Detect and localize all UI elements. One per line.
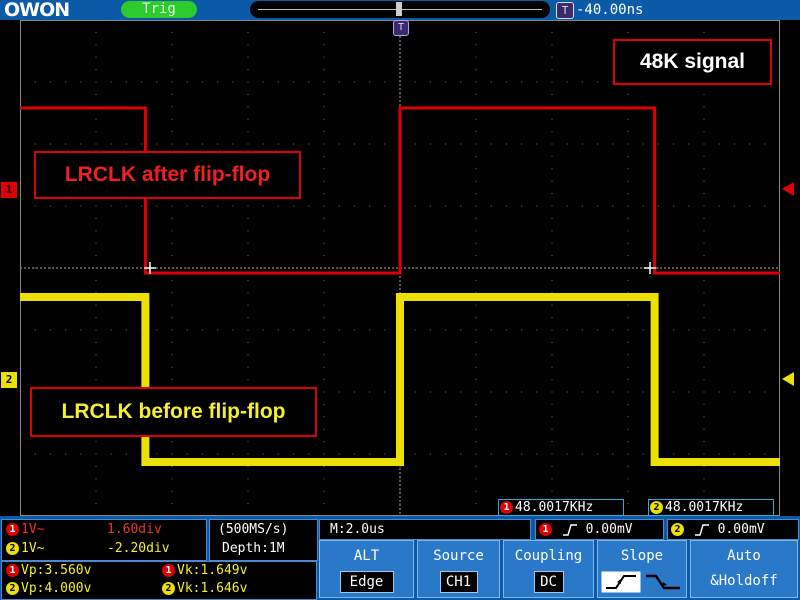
channel-settings-panel: 1 1V~ 1.60div 2 1V~ -2.20div: [1, 519, 207, 561]
trigger-offset: -40.00ns: [576, 2, 644, 18]
ch2-offset: -2.20div: [107, 541, 170, 556]
alt-value: Edge: [339, 571, 394, 593]
trigger-time-icon: T: [556, 2, 574, 19]
timeline-position-marker[interactable]: [396, 2, 402, 16]
trigger-status: Trig: [121, 1, 197, 18]
timebase-value: M:2.0us: [330, 522, 385, 537]
annotation-title: 48K signal: [613, 39, 772, 85]
ch2-badge-icon: 2: [671, 523, 684, 536]
auto-holdoff-menu-button[interactable]: Auto &Holdoff: [690, 540, 798, 598]
ch1-frequency-value: 48.0017KHz: [515, 500, 594, 515]
ch2-trigger-level: 0.00mV: [717, 522, 765, 537]
source-title: Source: [433, 548, 484, 564]
ch1-badge-icon: 1: [162, 564, 175, 577]
ch1-trigger-level-arrow-icon[interactable]: [782, 182, 794, 196]
annotation-ch1-label: LRCLK after flip-flop: [34, 151, 301, 199]
rising-edge-icon: [694, 524, 709, 536]
acquisition-panel: (500MS/s) Depth:1M: [209, 519, 318, 561]
ch2-badge-icon: 2: [650, 501, 663, 514]
ch2-frequency-value: 48.0017KHz: [665, 500, 744, 515]
alt-menu-button[interactable]: ALT Edge: [319, 540, 414, 598]
slope-icons: [601, 571, 680, 593]
slope-menu-button[interactable]: Slope: [597, 540, 687, 598]
ch2-trigger-readout: 2 0.00mV: [667, 519, 799, 540]
ch1-badge-icon: 1: [500, 501, 513, 514]
measurement-panel: 1 Vp:3.560v 1 Vk:1.649v 2 Vp:4.000v 2 Vk:1.6…: [1, 561, 317, 600]
slope-options: [600, 571, 684, 593]
ch1-badge-icon: 1: [6, 564, 19, 577]
source-menu-button[interactable]: Source CH1: [417, 540, 500, 598]
waveform-grid: [19, 19, 782, 518]
ch1-offset: 1.60div: [107, 522, 162, 537]
coupling-menu-button[interactable]: Coupling DC: [503, 540, 594, 598]
ch2-trigger-level-arrow-icon[interactable]: [782, 372, 794, 386]
ch1-vp: Vp:3.560v: [21, 563, 92, 578]
ch2-waveform: [20, 293, 780, 466]
auto-value: &Holdoff: [710, 573, 778, 589]
waveform-display: [19, 19, 782, 518]
ch1-trigger-level: 0.00mV: [585, 522, 633, 537]
ch1-vk: Vk:1.649v: [177, 563, 248, 578]
source-value: CH1: [439, 571, 478, 593]
ch2-frequency-readout: 2 48.0017KHz: [648, 499, 774, 516]
ch1-level-marker[interactable]: 1: [1, 182, 17, 198]
ch1-scale: 1V~: [21, 522, 45, 537]
ch1-badge-icon: 1: [6, 523, 19, 536]
ch2-vk: Vk:1.646v: [177, 581, 248, 596]
ch2-scale: 1V~: [21, 541, 45, 556]
trigger-position-icon: T: [393, 20, 409, 36]
memory-depth: Depth:1M: [222, 541, 285, 556]
auto-title: Auto: [727, 548, 761, 564]
alt-title: ALT: [353, 548, 380, 564]
coupling-title: Coupling: [514, 548, 583, 564]
ch2-badge-icon: 2: [6, 542, 19, 555]
brand-logo: OWON: [4, 0, 70, 21]
ch1-badge-icon: 1: [539, 523, 552, 536]
ch2-level-marker[interactable]: 2: [1, 372, 17, 388]
annotation-ch2-label: LRCLK before flip-flop: [30, 387, 317, 437]
ch2-vp: Vp:4.000v: [21, 581, 92, 596]
sample-rate: (500MS/s): [218, 522, 289, 537]
coupling-value: DC: [533, 571, 564, 593]
ch1-trigger-readout: 1 0.00mV: [535, 519, 664, 540]
ch2-badge-icon: 2: [162, 582, 175, 595]
ch2-badge-icon: 2: [6, 582, 19, 595]
slope-title: Slope: [620, 548, 664, 564]
rising-edge-icon: [562, 524, 577, 536]
timebase-readout: M:2.0us: [319, 519, 531, 540]
ch1-frequency-readout: 1 48.0017KHz: [498, 499, 624, 516]
